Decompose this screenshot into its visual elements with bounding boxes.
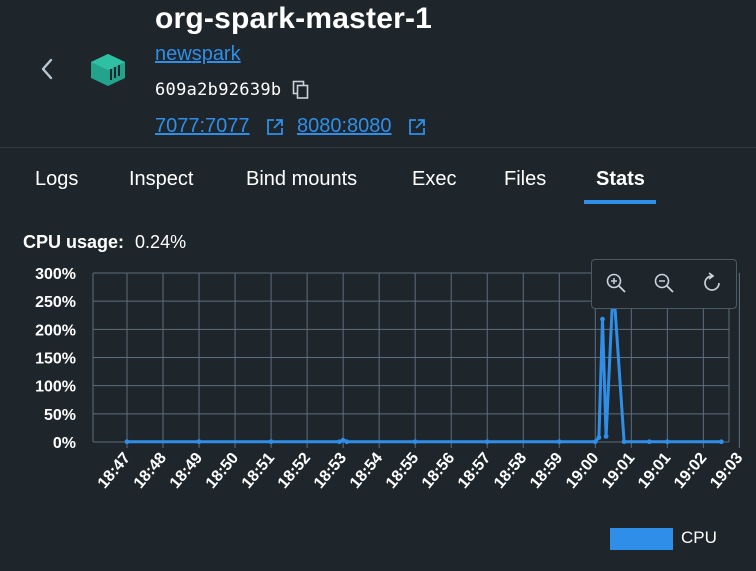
back-button[interactable] — [30, 52, 64, 86]
zoom-controls — [591, 259, 737, 309]
chevron-left-icon — [41, 58, 53, 80]
cpu-data-point — [556, 439, 562, 445]
x-tick-label: 18:56 — [419, 450, 458, 492]
page-title: org-spark-master-1 — [155, 2, 433, 35]
x-tick-label: 18:55 — [383, 450, 422, 492]
x-tick-label: 18:51 — [239, 450, 278, 492]
image-link[interactable]: newspark — [155, 43, 241, 66]
x-tick-label: 18:52 — [275, 450, 314, 492]
tab-files[interactable]: Files — [504, 168, 546, 191]
tab-inspect[interactable]: Inspect — [129, 168, 193, 191]
x-tick-label: 18:57 — [455, 450, 494, 492]
x-tick-label: 18:59 — [527, 450, 566, 492]
legend-swatch-cpu — [610, 528, 673, 550]
x-tick-label: 18:54 — [347, 450, 386, 492]
y-tick-label: 50% — [44, 407, 76, 424]
x-tick-label: 19:02 — [671, 450, 710, 492]
cpu-data-point — [600, 316, 605, 322]
y-tick-label: 0% — [53, 435, 76, 452]
cpu-data-point — [718, 439, 724, 445]
x-tick-label: 18:49 — [167, 450, 206, 492]
cpu-data-point — [484, 439, 490, 445]
y-tick-label: 200% — [35, 322, 76, 339]
cpu-data-point — [196, 439, 202, 445]
cpu-usage-value: 0.24% — [135, 232, 187, 252]
cpu-data-point — [268, 439, 274, 445]
x-tick-label: 19:01 — [599, 450, 638, 492]
external-link-icon[interactable] — [408, 118, 426, 136]
cpu-data-point — [412, 439, 418, 445]
tab-bind-mounts[interactable]: Bind mounts — [246, 168, 357, 191]
cpu-usage-label: CPU usage: — [23, 232, 125, 252]
tab-exec[interactable]: Exec — [412, 168, 456, 191]
y-tick-label: 300% — [35, 266, 76, 283]
port-link-7077[interactable]: 7077:7077 — [155, 115, 250, 138]
cpu-data-point — [124, 439, 130, 445]
container-icon — [91, 54, 125, 86]
x-tick-label: 19:03 — [707, 450, 746, 492]
y-tick-label: 100% — [35, 379, 76, 396]
tab-bar: Logs Inspect Bind mounts Exec Files Stat… — [0, 148, 756, 206]
y-tick-label: 250% — [35, 294, 76, 311]
cpu-data-point — [621, 439, 627, 445]
x-tick-label: 18:53 — [311, 450, 350, 492]
cpu-data-point — [596, 435, 602, 440]
x-tick-label: 18:50 — [203, 450, 242, 492]
x-tick-label: 19:01 — [635, 450, 674, 492]
external-link-icon[interactable] — [266, 118, 284, 136]
cpu-data-point — [664, 439, 670, 445]
x-tick-label: 18:47 — [95, 450, 134, 492]
copy-icon[interactable] — [292, 80, 310, 100]
tab-logs[interactable]: Logs — [35, 168, 78, 191]
port-link-8080[interactable]: 8080:8080 — [297, 115, 392, 138]
active-tab-indicator — [584, 200, 656, 204]
legend-label-cpu: CPU — [681, 528, 717, 547]
container-header: org-spark-master-1 newspark 609a2b92639b… — [0, 0, 756, 148]
tab-stats[interactable]: Stats — [596, 168, 645, 191]
reset-zoom-icon[interactable] — [701, 272, 723, 294]
x-tick-label: 18:48 — [131, 450, 170, 492]
y-tick-label: 150% — [35, 351, 76, 368]
zoom-in-icon[interactable] — [605, 272, 627, 294]
container-id: 609a2b92639b — [155, 80, 282, 100]
cpu-data-point — [603, 433, 609, 439]
cpu-usage-summary: CPU usage: 0.24% — [23, 232, 186, 253]
cpu-data-point — [646, 439, 652, 445]
cpu-data-point — [592, 439, 598, 445]
x-tick-label: 18:58 — [491, 450, 530, 492]
zoom-out-icon[interactable] — [653, 272, 675, 294]
x-tick-label: 19:00 — [563, 450, 602, 492]
cpu-data-point — [344, 439, 350, 445]
